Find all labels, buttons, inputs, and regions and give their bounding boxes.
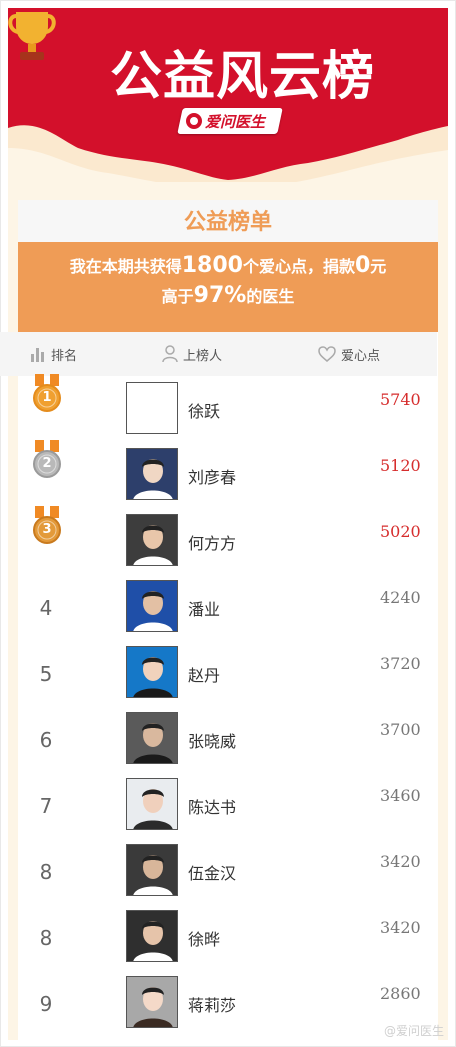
rank-number: 8 <box>39 926 53 950</box>
person-icon <box>162 345 178 363</box>
summary-box: 我在本期共获得1800个爱心点，捐款0元 高于97%的医生 <box>18 242 438 332</box>
avatar <box>126 844 178 896</box>
summary-percent: 97% <box>193 283 247 308</box>
banner-title: 公益风云榜 <box>110 47 376 107</box>
doctor-name: 伍金汉 <box>188 864 237 883</box>
doctor-name: 张晓威 <box>188 732 237 751</box>
love-points: 5120 <box>380 456 421 475</box>
table-row: 4 潘业 4240 <box>18 576 438 642</box>
doctor-name: 何方方 <box>188 534 237 553</box>
table-row: 5 赵丹 3720 <box>18 642 438 708</box>
summary-line-2: 高于97%的医生 <box>161 283 295 308</box>
trophy-icon <box>8 12 56 60</box>
love-points: 2860 <box>380 984 421 1003</box>
avatar <box>126 646 178 698</box>
table-row: 8 伍金汉 3420 <box>18 840 438 906</box>
avatar <box>126 382 178 434</box>
table-row: 7 陈达书 3460 <box>18 774 438 840</box>
doctor-name: 赵丹 <box>188 666 221 685</box>
rank-number: 3 <box>42 522 52 537</box>
doctor-name: 蒋莉莎 <box>188 996 237 1015</box>
avatar <box>126 712 178 764</box>
love-points: 3700 <box>380 720 421 739</box>
rank-number: 6 <box>39 728 53 752</box>
love-points: 5740 <box>380 390 421 409</box>
love-points: 3420 <box>380 918 421 937</box>
table-row: 9 蒋莉莎 2860 <box>18 972 438 1038</box>
rank-number: 7 <box>39 794 53 818</box>
brand-logo: 爱问医生 <box>184 110 278 132</box>
doctor-name: 刘彦春 <box>188 468 237 487</box>
bar-chart-icon <box>30 346 46 362</box>
header-points: 爱心点 <box>318 332 380 376</box>
table-row: 8 徐晔 3420 <box>18 906 438 972</box>
doctor-name: 徐跃 <box>188 402 221 421</box>
header-rank: 排名 <box>30 332 77 376</box>
avatar <box>126 976 178 1028</box>
table-row: 3 何方方 5020 <box>18 506 438 576</box>
doctor-name: 潘业 <box>188 600 221 619</box>
banner: 公益风云榜 <box>8 8 448 198</box>
table-row: 6 张晓威 3700 <box>18 708 438 774</box>
avatar <box>126 910 178 962</box>
table-row: 2 刘彦春 5120 <box>18 440 438 510</box>
table-row: 1 徐跃 5740 <box>18 374 438 444</box>
doctor-name: 陈达书 <box>188 798 237 817</box>
rank-number: 5 <box>39 662 53 686</box>
silver-medal-icon: 2 <box>32 440 62 484</box>
love-points: 4240 <box>380 588 421 607</box>
heart-icon <box>318 346 336 362</box>
rank-number: 1 <box>42 390 52 405</box>
brand-eye-icon <box>186 113 202 129</box>
avatar <box>126 448 178 500</box>
love-points: 5020 <box>380 522 421 541</box>
rank-number: 8 <box>39 860 53 884</box>
gold-medal-icon: 1 <box>32 374 62 418</box>
avatar <box>126 580 178 632</box>
avatar <box>126 514 178 566</box>
doctor-name: 徐晔 <box>188 930 221 949</box>
bronze-medal-icon: 3 <box>32 506 62 550</box>
list-title: 公益榜单 <box>18 200 438 242</box>
summary-donation: 0 <box>354 253 371 278</box>
rank-number: 2 <box>42 456 52 471</box>
brand-name: 爱问医生 <box>205 112 266 131</box>
rank-number: 9 <box>39 992 53 1016</box>
love-points: 3720 <box>380 654 421 673</box>
rank-number: 4 <box>39 596 53 620</box>
header-name: 上榜人 <box>162 332 222 376</box>
avatar <box>126 778 178 830</box>
table-header: 排名 上榜人 爱心点 <box>0 332 437 376</box>
summary-line-1: 我在本期共获得1800个爱心点，捐款0元 <box>69 253 387 278</box>
watermark: @爱问医生 <box>384 1024 445 1038</box>
love-points: 3460 <box>380 786 421 805</box>
love-points: 3420 <box>380 852 421 871</box>
summary-points: 1800 <box>181 253 243 278</box>
